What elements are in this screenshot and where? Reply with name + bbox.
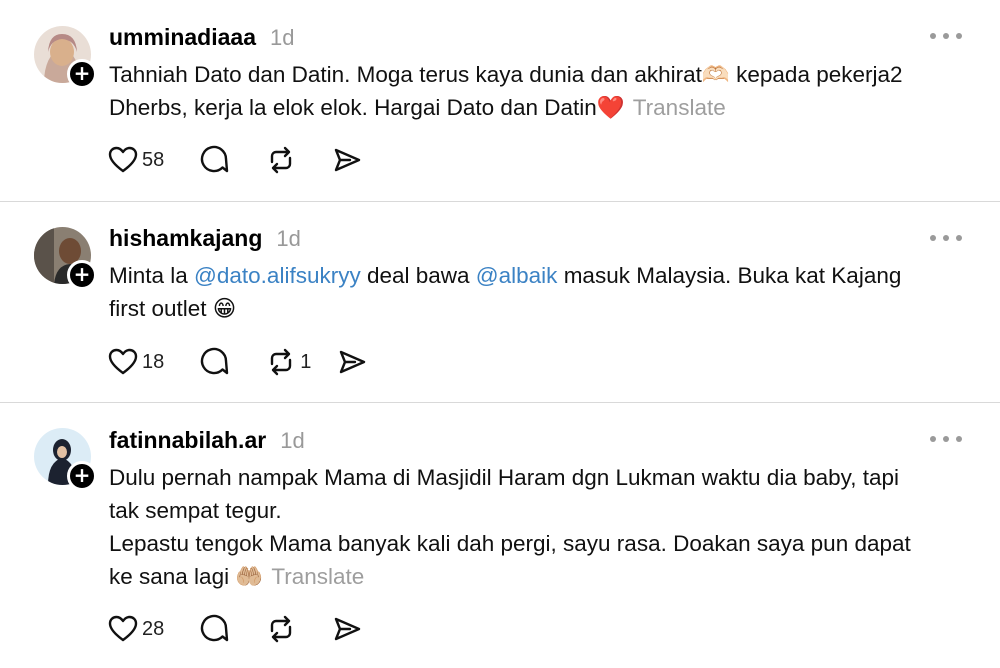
follow-plus-icon[interactable]: + [67, 461, 97, 491]
post-text-line: tak sempat tegur. [109, 498, 282, 523]
repost-button[interactable] [266, 145, 296, 175]
more-icon[interactable] [930, 31, 962, 41]
like-count: 18 [142, 350, 165, 373]
mention-link[interactable]: @dato.alifsukryy [194, 263, 361, 288]
divider [0, 402, 1000, 403]
share-button[interactable] [332, 145, 362, 175]
comment-icon [201, 145, 229, 173]
translate-link[interactable]: Translate [633, 95, 726, 120]
like-button[interactable]: 58 [108, 146, 164, 174]
divider [0, 201, 1000, 202]
post-text: Dulu pernah nampak Mama di Masjidil Hara… [109, 461, 969, 593]
avatar-fatinnabilah[interactable]: + [34, 428, 97, 491]
share-icon [335, 617, 361, 641]
more-icon[interactable] [930, 233, 962, 243]
like-count: 58 [142, 148, 165, 171]
post-actions: 28 [108, 614, 398, 644]
share-icon [340, 350, 366, 374]
repost-count: 1 [300, 350, 312, 373]
like-button[interactable]: 28 [108, 615, 164, 643]
post-text-line: Dherbs, kerja la elok elok. Hargai Dato … [109, 95, 726, 120]
repost-icon [271, 615, 292, 643]
avatar-hishamkajang[interactable]: + [34, 227, 97, 290]
follow-plus-icon[interactable]: + [67, 59, 97, 89]
username[interactable]: fatinnabilah.ar [109, 427, 266, 454]
heart-icon [108, 146, 138, 173]
post-text-line: first outlet 😁 [109, 296, 237, 321]
share-button[interactable] [332, 614, 362, 644]
follow-plus-icon[interactable]: + [67, 260, 97, 290]
post-text-line: Minta la @dato.alifsukryy deal bawa @alb… [109, 263, 902, 288]
post-header: fatinnabilah.ar 1d [109, 427, 305, 454]
post-header: hishamkajang 1d [109, 225, 301, 252]
repost-button[interactable]: 1 [266, 347, 311, 377]
repost-icon [271, 348, 292, 376]
share-icon [335, 148, 361, 172]
post-text-line: Dulu pernah nampak Mama di Masjidil Hara… [109, 465, 899, 490]
repost-button[interactable] [266, 614, 296, 644]
post-text: Minta la @dato.alifsukryy deal bawa @alb… [109, 259, 969, 325]
comment-button[interactable] [200, 145, 230, 175]
comment-icon [201, 347, 229, 375]
like-count: 28 [142, 617, 165, 640]
mention-link[interactable]: @albaik [476, 263, 558, 288]
post-actions: 18 1 [108, 347, 403, 377]
like-button[interactable]: 18 [108, 348, 164, 376]
comment-icon [201, 614, 229, 642]
post-text-line: Tahniah Dato dan Datin. Moga terus kaya … [109, 62, 903, 87]
post-text: Tahniah Dato dan Datin. Moga terus kaya … [109, 58, 969, 124]
post-actions: 58 [108, 145, 398, 175]
repost-icon [271, 146, 292, 174]
post-header: umminadiaaa 1d [109, 24, 294, 51]
share-button[interactable] [337, 347, 367, 377]
avatar-umminadiaaa[interactable]: + [34, 26, 97, 89]
more-icon[interactable] [930, 434, 962, 444]
timestamp: 1d [280, 428, 305, 453]
username[interactable]: umminadiaaa [109, 24, 256, 51]
timestamp: 1d [270, 25, 295, 50]
post-text-line: ke sana lagi 🤲🏼 Translate [109, 564, 365, 589]
post-text-line: Lepastu tengok Mama banyak kali dah perg… [109, 531, 911, 556]
translate-link[interactable]: Translate [271, 564, 364, 589]
comment-button[interactable] [200, 614, 230, 644]
username[interactable]: hishamkajang [109, 225, 262, 252]
timestamp: 1d [276, 226, 301, 251]
heart-icon [108, 615, 138, 642]
heart-icon [108, 348, 138, 375]
comment-button[interactable] [200, 347, 230, 377]
